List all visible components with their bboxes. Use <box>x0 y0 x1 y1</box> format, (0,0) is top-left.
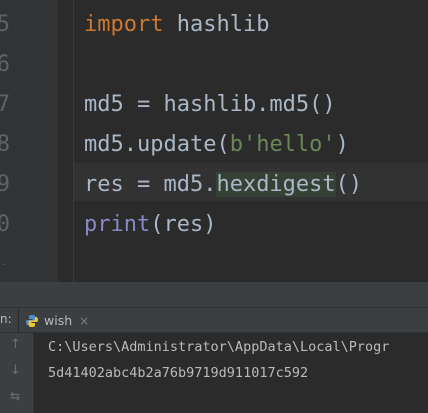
line-number: 0 <box>0 212 10 237</box>
highlighted-token: hexdigest <box>216 172 336 197</box>
code-line-print[interactable]: print(res) <box>84 205 216 245</box>
tab-wish[interactable]: wish × <box>18 308 96 333</box>
run-tool-header: n: wish × <box>0 307 428 333</box>
code-token: res = md5. <box>84 172 217 197</box>
code-line-import[interactable]: import hashlib <box>84 5 269 45</box>
console-output-line: C:\Users\Administrator\AppData\Local\Pro… <box>48 339 390 355</box>
console-panel[interactable]: ↑ ↓ ⇆ C:\Users\Administrator\AppData\Loc… <box>0 333 428 413</box>
console-output-line: 5d41402abc4b2a76b9719d911017c592 <box>48 365 309 381</box>
gutter-divider <box>73 0 74 282</box>
close-icon[interactable]: × <box>79 314 89 328</box>
console-toolbar: ↑ ↓ ⇆ <box>0 333 34 413</box>
code-token: ) <box>335 132 349 157</box>
tool-window-label: n: <box>0 312 12 326</box>
line-number: 9 <box>0 172 10 197</box>
code-line-update[interactable]: md5.update(b'hello') <box>84 125 349 165</box>
code-line-md5[interactable]: md5 = hashlib.md5() <box>84 85 336 125</box>
builtin-token: print <box>84 212 151 237</box>
code-token: () <box>335 172 363 197</box>
line-number: 1 <box>0 245 10 265</box>
panel-divider[interactable] <box>0 282 428 307</box>
code-line-res[interactable]: res = md5.hexdigest() <box>84 165 362 205</box>
line-number-gutter: 5 6 7 8 9 0 1 <box>0 0 58 282</box>
code-editor[interactable]: 5 6 7 8 9 0 1 import hashlib md5 = hashl… <box>0 0 428 282</box>
arrow-up-icon[interactable]: ↑ <box>10 337 21 352</box>
code-token: hashlib <box>163 12 270 37</box>
string-token: b'hello' <box>229 132 336 157</box>
keyword-token: import <box>84 12 164 37</box>
line-number: 6 <box>0 52 10 77</box>
tab-label: wish <box>44 313 73 328</box>
python-icon <box>25 314 39 328</box>
line-number: 5 <box>0 12 10 37</box>
code-token: md5.update( <box>84 132 230 157</box>
line-number: 7 <box>0 92 10 117</box>
code-token: (res) <box>150 212 217 237</box>
line-number: 8 <box>0 132 10 157</box>
rerun-icon[interactable]: ⇆ <box>10 389 20 403</box>
arrow-down-icon[interactable]: ↓ <box>10 363 21 378</box>
